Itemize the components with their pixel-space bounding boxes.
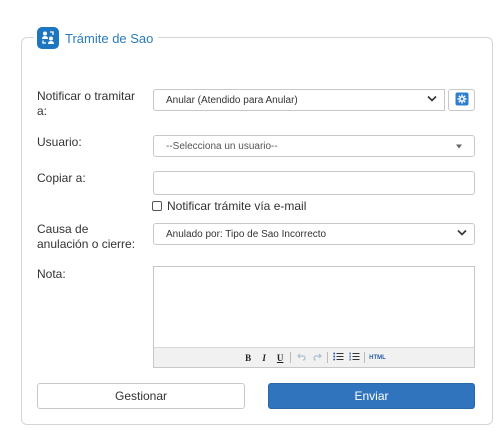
- html-source-button[interactable]: HTML: [369, 355, 386, 361]
- email-notify-checkbox[interactable]: [152, 201, 162, 211]
- copy-label: Copiar a:: [37, 171, 86, 185]
- caret-down-icon: [456, 141, 462, 152]
- cause-label: Causa de anulación o cierre:: [37, 222, 136, 251]
- notify-select[interactable]: Anular (Atendido para Anular): [153, 89, 445, 111]
- redo-icon[interactable]: [311, 353, 323, 363]
- people-exchange-icon: [37, 27, 59, 49]
- cause-select[interactable]: Anulado por: Tipo de Sao Incorrecto: [153, 223, 475, 245]
- undo-icon[interactable]: [295, 353, 307, 363]
- editor-toolbar: B I U HTML: [154, 347, 474, 367]
- bullet-list-icon[interactable]: [332, 352, 344, 363]
- cause-select-value: Anulado por: Tipo de Sao Incorrecto: [166, 228, 327, 240]
- user-select-placeholder: --Selecciona un usuario--: [166, 140, 278, 152]
- panel-header: Trámite de Sao: [34, 26, 159, 50]
- user-select[interactable]: --Selecciona un usuario--: [153, 135, 475, 157]
- numbered-list-icon[interactable]: [348, 352, 360, 363]
- notify-label: Notificar o tramitar a:: [37, 89, 136, 118]
- note-label: Nota:: [37, 267, 66, 281]
- chevron-down-icon: [457, 229, 467, 240]
- notify-options-button[interactable]: [448, 89, 475, 111]
- toolbar-divider: [327, 352, 329, 363]
- chevron-down-icon: [427, 95, 437, 106]
- gear-icon: [455, 92, 469, 109]
- toolbar-divider: [290, 352, 292, 363]
- send-button[interactable]: Enviar: [268, 383, 475, 409]
- italic-button[interactable]: I: [258, 353, 270, 363]
- notify-select-value: Anular (Atendido para Anular): [166, 94, 298, 106]
- email-notify-option[interactable]: Notificar trámite vía e-mail: [152, 199, 306, 213]
- manage-button[interactable]: Gestionar: [37, 383, 245, 409]
- email-notify-label: Notificar trámite vía e-mail: [167, 199, 307, 213]
- copy-input[interactable]: [153, 171, 475, 195]
- note-text-area[interactable]: [154, 267, 474, 347]
- user-label: Usuario:: [37, 135, 82, 149]
- note-editor[interactable]: B I U HTML: [153, 266, 475, 368]
- panel-title: Trámite de Sao: [65, 30, 154, 46]
- toolbar-divider: [364, 352, 366, 363]
- bold-button[interactable]: B: [242, 353, 254, 363]
- underline-button[interactable]: U: [274, 353, 286, 363]
